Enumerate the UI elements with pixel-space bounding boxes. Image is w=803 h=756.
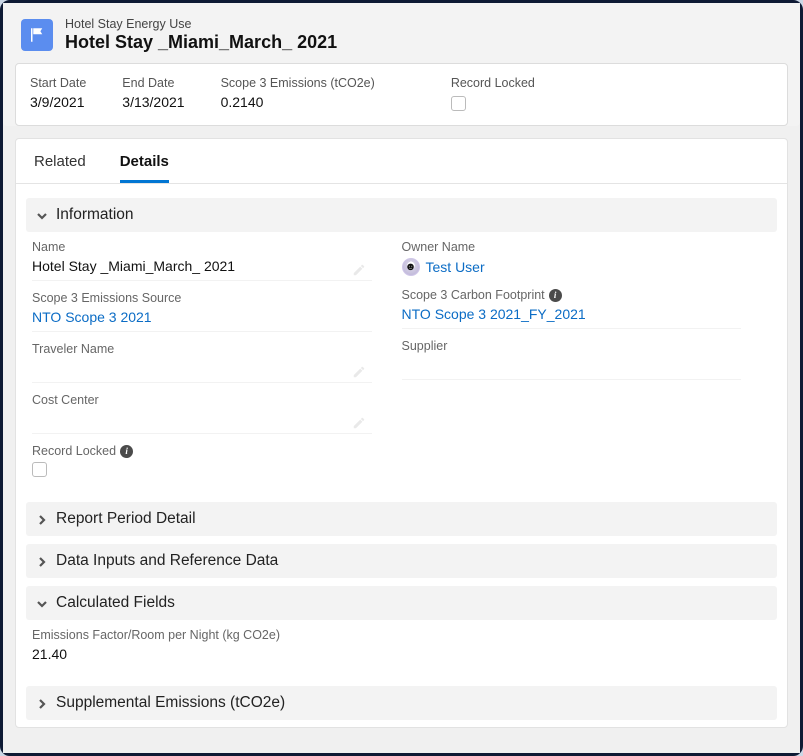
section-data-inputs[interactable]: Data Inputs and Reference Data: [26, 544, 777, 578]
traveler-label: Traveler Name: [32, 342, 372, 356]
source-link[interactable]: NTO Scope 3 2021: [32, 307, 372, 332]
record-locked-checkbox[interactable]: [451, 96, 466, 111]
footprint-link[interactable]: NTO Scope 3 2021_FY_2021: [402, 304, 742, 329]
detail-panel: Related Details Information Name Hotel S…: [15, 138, 788, 728]
name-label: Name: [32, 240, 372, 254]
scope3-value: 0.2140: [221, 94, 375, 110]
chevron-right-icon: [36, 555, 48, 567]
record-header: Hotel Stay Energy Use Hotel Stay _Miami_…: [3, 3, 800, 126]
name-value: Hotel Stay _Miami_March_ 2021: [32, 256, 372, 281]
section-data-inputs-label: Data Inputs and Reference Data: [56, 552, 278, 570]
traveler-value: [32, 358, 372, 383]
section-supplemental-label: Supplemental Emissions (tCO2e): [56, 694, 285, 712]
pencil-icon[interactable]: [352, 263, 366, 277]
source-label: Scope 3 Emissions Source: [32, 291, 372, 305]
supplier-label: Supplier: [402, 339, 742, 353]
pencil-icon[interactable]: [352, 416, 366, 430]
start-date-label: Start Date: [30, 76, 86, 90]
supplier-value: [402, 355, 742, 380]
scope3-label: Scope 3 Emissions (tCO2e): [221, 76, 375, 90]
footprint-label: Scope 3 Carbon Footprint i: [402, 288, 742, 302]
start-date-value: 3/9/2021: [30, 94, 86, 110]
record-locked-field-label: Record Locked i: [32, 444, 372, 458]
chevron-down-icon: [36, 209, 48, 221]
section-information-label: Information: [56, 206, 134, 224]
record-locked-label: Record Locked: [451, 76, 535, 90]
chevron-right-icon: [36, 513, 48, 525]
cost-center-value: [32, 409, 372, 434]
end-date-label: End Date: [122, 76, 184, 90]
record-locked-field-checkbox[interactable]: [32, 462, 47, 477]
ef-room-value: 21.40: [32, 644, 771, 664]
ef-room-label: Emissions Factor/Room per Night (kg CO2e…: [32, 628, 771, 642]
section-supplemental[interactable]: Supplemental Emissions (tCO2e): [26, 686, 777, 720]
page-title: Hotel Stay _Miami_March_ 2021: [65, 32, 337, 53]
chevron-down-icon: [36, 597, 48, 609]
info-icon[interactable]: i: [120, 445, 133, 458]
cost-center-label: Cost Center: [32, 393, 372, 407]
section-information[interactable]: Information: [26, 198, 777, 232]
chevron-right-icon: [36, 697, 48, 709]
summary-bar: Start Date 3/9/2021 End Date 3/13/2021 S…: [15, 63, 788, 126]
info-icon[interactable]: i: [549, 289, 562, 302]
section-report-period[interactable]: Report Period Detail: [26, 502, 777, 536]
tab-details[interactable]: Details: [120, 153, 169, 183]
section-report-period-label: Report Period Detail: [56, 510, 196, 528]
pencil-icon[interactable]: [352, 365, 366, 379]
end-date-value: 3/13/2021: [122, 94, 184, 110]
flag-icon: [21, 19, 53, 51]
owner-label: Owner Name: [402, 240, 742, 254]
section-calculated[interactable]: Calculated Fields: [26, 586, 777, 620]
tab-related[interactable]: Related: [34, 153, 86, 183]
owner-link[interactable]: Test User: [426, 259, 485, 275]
object-type: Hotel Stay Energy Use: [65, 17, 337, 31]
avatar: ☻: [402, 258, 420, 276]
section-calculated-label: Calculated Fields: [56, 594, 175, 612]
